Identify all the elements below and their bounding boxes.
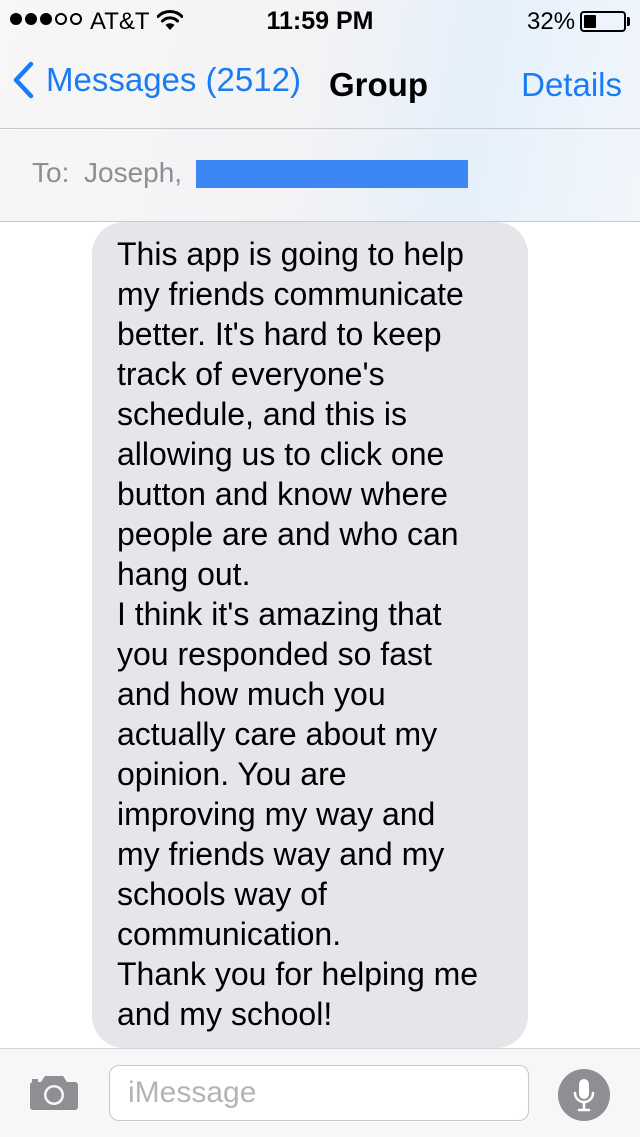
battery-icon — [580, 11, 626, 32]
message-line: This app is going to help — [117, 236, 464, 272]
navigation-bar: Messages (2512) Group Details — [0, 40, 640, 129]
chevron-left-icon — [13, 61, 34, 99]
back-button[interactable]: Messages (2512) — [12, 61, 301, 99]
message-line: button and know where — [117, 476, 448, 512]
message-line: my friends communicate — [117, 276, 464, 312]
battery-level-fill — [584, 15, 597, 28]
message-line: opinion. You are — [117, 756, 347, 792]
battery-tip — [627, 17, 630, 26]
message-line: Thank you for helping me — [117, 956, 479, 992]
recipient-name[interactable]: Joseph, — [84, 157, 182, 189]
conversation-title: Group — [329, 66, 428, 103]
message-line: improving my way and — [117, 796, 436, 832]
message-line: and how much you — [117, 676, 386, 712]
message-line: people are and who can — [117, 516, 459, 552]
compose-bar — [0, 1048, 640, 1137]
received-message-bubble[interactable]: This app is going to help my friends comm… — [92, 222, 528, 1048]
to-label: To: — [32, 157, 70, 188]
message-line: actually care about my — [117, 716, 438, 752]
recipients-row: To: Joseph, — [0, 129, 640, 222]
microphone-button[interactable] — [558, 1069, 610, 1121]
back-button-label: Messages (2512) — [46, 61, 301, 98]
message-line: and my school! — [117, 996, 333, 1032]
camera-button[interactable] — [29, 1073, 79, 1116]
camera-icon — [30, 1076, 78, 1110]
message-line: track of everyone's — [117, 356, 385, 392]
message-text: This app is going to help my friends comm… — [117, 234, 514, 1034]
status-bar: AT&T 11:59 PM 32% — [0, 0, 640, 40]
header-area: AT&T 11:59 PM 32% Messages (2512) Group … — [0, 0, 640, 222]
battery-percent: 32% — [527, 8, 576, 35]
message-line: I think it's amazing that — [117, 596, 442, 632]
details-button[interactable]: Details — [521, 66, 622, 104]
message-line: my friends way and my — [117, 836, 445, 872]
message-line: hang out. — [117, 556, 251, 592]
microphone-icon — [573, 1079, 595, 1112]
message-line: better. It's hard to keep — [117, 316, 442, 352]
message-line: you responded so fast — [117, 636, 432, 672]
message-line: communication. — [117, 916, 342, 952]
message-line: allowing us to click one — [117, 436, 445, 472]
message-line: schedule, and this is — [117, 396, 407, 432]
redacted-recipients — [196, 160, 468, 188]
imessage-input[interactable] — [109, 1065, 529, 1121]
message-line: schools way of — [117, 876, 327, 912]
